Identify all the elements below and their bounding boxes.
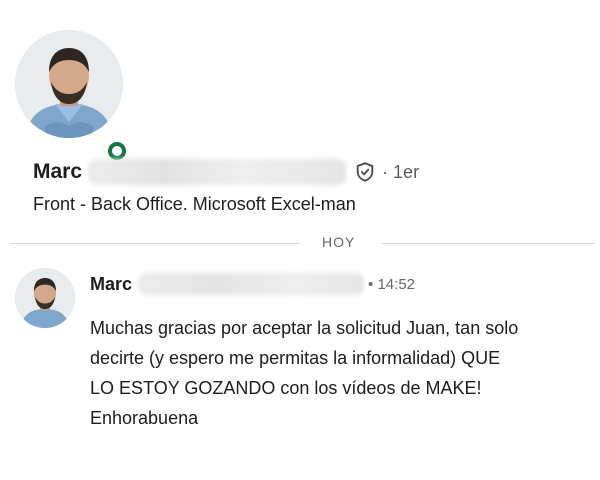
date-divider-label: HOY (322, 234, 356, 250)
divider-line (10, 243, 300, 244)
message-sender-avatar[interactable] (15, 268, 75, 328)
message-body: Muchas gracias por aceptar la solicitud … (90, 313, 590, 433)
message-line: LO ESTOY GOZANDO con los vídeos de MAKE! (90, 378, 482, 398)
conversation-pane: Marc · 1er Front - Back Office. Microsof… (0, 0, 600, 480)
message-sender-name[interactable]: Marc (90, 274, 132, 295)
divider-line (382, 243, 595, 244)
profile-name-row: Marc · 1er (33, 156, 419, 188)
profile-avatar[interactable] (15, 30, 123, 138)
message-line: Muchas gracias por aceptar la solicitud … (90, 318, 519, 338)
profile-name[interactable]: Marc (33, 160, 82, 184)
profile-avatar-container[interactable] (15, 30, 126, 160)
profile-headline: Front - Back Office. Microsoft Excel-man (33, 194, 356, 214)
profile-photo (15, 30, 123, 138)
sender-photo (15, 268, 75, 328)
shield-check-icon[interactable] (354, 161, 376, 183)
message-timestamp: • 14:52 (368, 275, 416, 293)
message-line: decirte (y espero me permitas la informa… (90, 348, 501, 368)
redacted-surname (138, 273, 365, 295)
message-line: Enhorabuena (90, 408, 199, 428)
connection-degree: · 1er (382, 161, 420, 182)
message-header: Marc • 14:52 (90, 271, 415, 297)
redacted-surname (88, 159, 347, 185)
date-divider: HOY (10, 232, 595, 254)
